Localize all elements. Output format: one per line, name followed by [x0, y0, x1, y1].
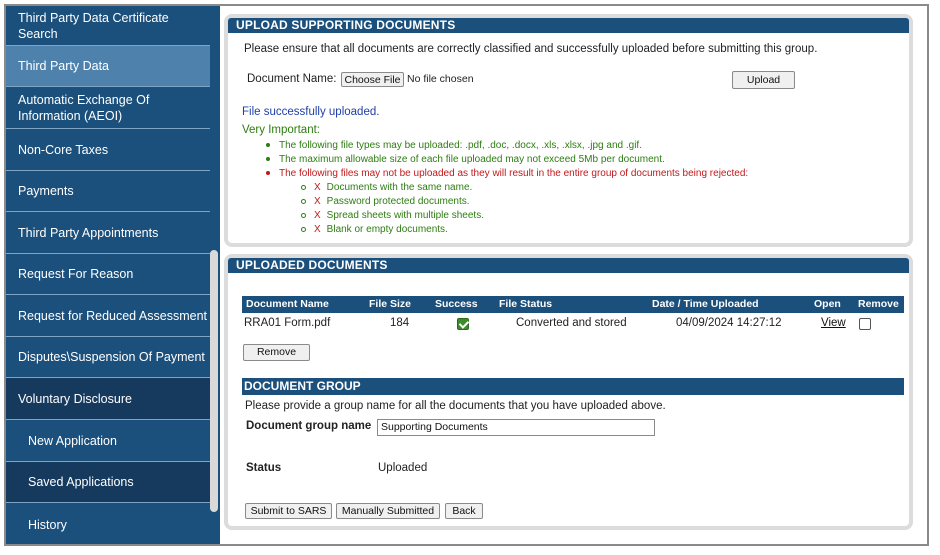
sidebar-scrollbar[interactable]	[210, 250, 218, 512]
rejected-item: X Password protected documents.	[301, 196, 470, 207]
sidebar-item-non-core-taxes[interactable]: Non-Core Taxes	[6, 129, 210, 171]
column-header: File Size	[369, 298, 412, 310]
rejected-item: X Documents with the same name.	[301, 182, 472, 193]
circle-bullet-icon	[301, 212, 306, 218]
group-name-input[interactable]: Supporting Documents	[377, 419, 655, 436]
upload-instruction: Please ensure that all documents are cor…	[244, 43, 818, 55]
document-name-label: Document Name:	[247, 73, 337, 85]
file-status-cell: Converted and stored	[516, 317, 627, 329]
sidebar-item-label: Non-Core Taxes	[18, 142, 109, 157]
sidebar-item-label: Third Party Data Certificate Search	[18, 10, 169, 41]
submit-to-sars-button[interactable]: Submit to SARS	[245, 503, 332, 519]
sidebar-item-third-party-data-certificate-search[interactable]: Third Party Data Certificate Search	[6, 6, 210, 46]
sidebar-item-label: Automatic Exchange Of Information (AEOI)	[18, 92, 150, 123]
document-name-cell: RRA01 Form.pdf	[244, 317, 331, 329]
uploaded-datetime-cell: 04/09/2024 14:27:12	[676, 317, 782, 329]
rule-text: The following files may not be uploaded …	[279, 168, 749, 179]
group-name-label: Document group name	[246, 420, 372, 432]
application-frame: Third Party Data Certificate Search Thir…	[4, 4, 929, 546]
column-header: Document Name	[246, 298, 329, 310]
upload-panel-title: UPLOAD SUPPORTING DOCUMENTS	[228, 18, 909, 33]
x-mark-icon: X	[314, 224, 321, 235]
sidebar-nav: Third Party Data Certificate Search Thir…	[6, 6, 220, 544]
choose-file-button[interactable]: Choose File	[341, 72, 404, 87]
column-header: File Status	[499, 298, 553, 310]
rule-text: The maximum allowable size of each file …	[279, 154, 665, 165]
rejected-item-text: Documents with the same name.	[326, 182, 473, 193]
status-value: Uploaded	[378, 462, 428, 474]
no-file-chosen-text: No file chosen	[407, 73, 474, 85]
rejected-item-text: Blank or empty documents.	[326, 224, 448, 235]
rejected-item-text: Spread sheets with multiple sheets.	[326, 210, 484, 221]
column-header: Date / Time Uploaded	[652, 298, 759, 310]
x-mark-icon: X	[314, 196, 321, 207]
sidebar-item-voluntary-disclosure[interactable]: Voluntary Disclosure	[6, 378, 210, 420]
column-header: Success	[435, 298, 478, 310]
circle-bullet-icon	[301, 198, 306, 204]
sidebar-item-label: New Application	[28, 433, 117, 448]
bullet-icon	[266, 157, 270, 162]
rejected-item: X Spread sheets with multiple sheets.	[301, 210, 484, 221]
circle-bullet-icon	[301, 184, 306, 190]
circle-bullet-icon	[301, 226, 306, 232]
rejected-item-text: Password protected documents.	[326, 196, 470, 207]
sidebar-item-aeoi[interactable]: Automatic Exchange Of Information (AEOI)	[6, 87, 210, 129]
success-checkbox	[457, 318, 469, 330]
rule-file-types: The following file types may be uploaded…	[266, 140, 642, 151]
sidebar-item-new-application[interactable]: New Application	[6, 420, 210, 462]
view-document-link[interactable]: View	[821, 317, 846, 329]
status-label: Status	[246, 462, 282, 474]
sidebar-item-label: Saved Applications	[28, 475, 134, 489]
remove-button[interactable]: Remove	[243, 344, 310, 361]
document-group-instruction: Please provide a group name for all the …	[245, 400, 666, 412]
document-group-title: DOCUMENT GROUP	[242, 378, 904, 395]
upload-success-message: File successfully uploaded.	[242, 106, 380, 118]
sidebar-item-label: Request For Reason	[18, 267, 134, 281]
column-header: Open	[814, 298, 841, 310]
sidebar-item-saved-applications[interactable]: Saved Applications	[6, 462, 210, 503]
sidebar-item-label: History	[28, 517, 67, 532]
bullet-icon	[266, 143, 270, 148]
rule-rejected-files: The following files may not be uploaded …	[266, 168, 748, 179]
upload-button[interactable]: Upload	[732, 71, 795, 89]
sidebar-item-third-party-appointments[interactable]: Third Party Appointments	[6, 212, 210, 254]
sidebar-item-label: Request for Reduced Assessment	[18, 308, 207, 323]
sidebar-item-disputes-suspension[interactable]: Disputes\Suspension Of Payment	[6, 337, 210, 378]
x-mark-icon: X	[314, 210, 321, 221]
rejected-item: X Blank or empty documents.	[301, 224, 448, 235]
file-size-cell: 184	[390, 317, 410, 329]
sidebar-item-request-for-reason[interactable]: Request For Reason	[6, 254, 210, 295]
sidebar-item-label: Third Party Appointments	[18, 225, 159, 240]
sidebar-item-history[interactable]: History	[6, 503, 210, 544]
important-heading: Very Important:	[242, 124, 320, 136]
bullet-icon	[266, 171, 270, 176]
rule-max-size: The maximum allowable size of each file …	[266, 154, 665, 165]
documents-table-header: Document Name File Size Success File Sta…	[242, 296, 904, 313]
sidebar-item-label: Third Party Data	[18, 59, 110, 73]
sidebar-item-label: Voluntary Disclosure	[18, 391, 132, 406]
x-mark-icon: X	[314, 182, 321, 193]
column-header: Remove	[858, 298, 899, 310]
manually-submitted-button[interactable]: Manually Submitted	[336, 503, 440, 519]
back-button[interactable]: Back	[445, 503, 483, 519]
remove-checkbox[interactable]	[859, 318, 871, 330]
sidebar-item-third-party-data[interactable]: Third Party Data	[6, 46, 210, 87]
sidebar-item-payments[interactable]: Payments	[6, 171, 210, 212]
sidebar-item-request-for-reduced-assessment[interactable]: Request for Reduced Assessment	[6, 295, 210, 337]
uploaded-documents-title: UPLOADED DOCUMENTS	[228, 258, 909, 273]
sidebar-item-label: Disputes\Suspension Of Payment	[18, 350, 205, 364]
rule-text: The following file types may be uploaded…	[279, 140, 642, 151]
sidebar-item-label: Payments	[18, 184, 74, 198]
